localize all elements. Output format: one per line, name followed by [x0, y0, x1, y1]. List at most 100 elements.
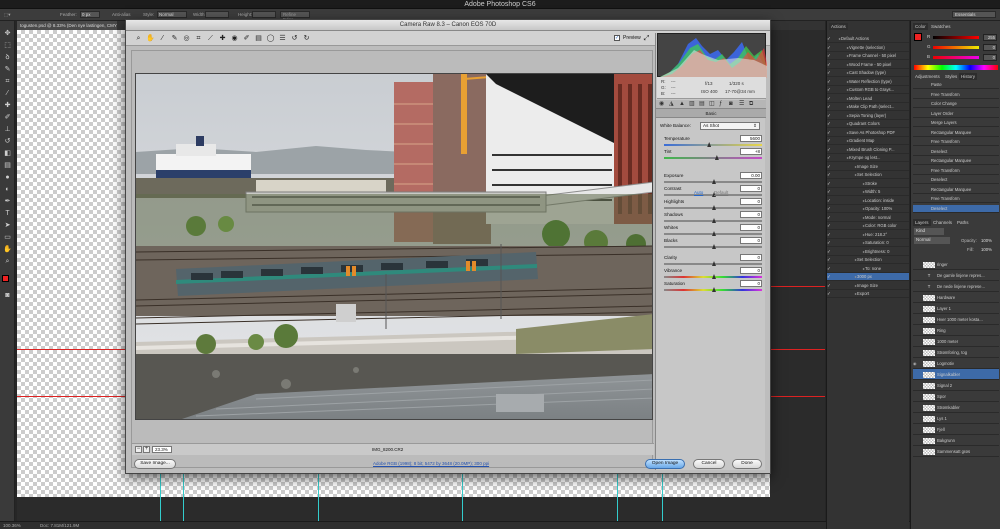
clarity-slider-thumb[interactable]	[712, 261, 716, 266]
expand-triangle-icon[interactable]: ▸	[833, 180, 865, 187]
expand-triangle-icon[interactable]: ▸	[833, 197, 865, 204]
layers-tab[interactable]: Layers	[913, 219, 931, 226]
lens-corrections-icon[interactable]: ◫	[709, 101, 715, 108]
layer-row[interactable]: Spor	[913, 391, 999, 402]
channel-r-slider[interactable]	[933, 36, 979, 39]
brush-tool-icon[interactable]: ✐	[3, 113, 12, 122]
eyedropper-tool-icon[interactable]: ⁄	[3, 89, 12, 98]
workspace-select[interactable]: Essentials	[952, 11, 996, 18]
color-foreground-swatch[interactable]	[914, 33, 922, 41]
expand-triangle-icon[interactable]: ▸	[833, 78, 849, 85]
lasso-tool-icon[interactable]: ꝺ	[3, 53, 12, 62]
expand-triangle-icon[interactable]: ▸	[833, 44, 849, 51]
workflow-options-link[interactable]: Adobe RGB (1998); 8 bit; 5472 by 3648 (2…	[373, 461, 489, 466]
preview-checkbox[interactable]: ✓	[614, 35, 620, 41]
history-item[interactable]: Paste	[913, 81, 999, 89]
save-image-button[interactable]: Save Image...	[134, 459, 176, 469]
layer-row[interactable]: Fjell	[913, 424, 999, 435]
tint-value-input[interactable]: +8	[740, 148, 762, 155]
document-tab[interactable]: togusten.psd @ 8.33% (Den nye lastingen,…	[17, 21, 117, 30]
refine-edge-button[interactable]: Refine Edge...	[280, 11, 310, 22]
blend-mode-select[interactable]: Normal	[914, 237, 950, 244]
healing-tool-icon[interactable]: ✚	[3, 101, 12, 110]
channel-b-input[interactable]: 0	[983, 54, 997, 61]
history-item[interactable]: Free Transform	[913, 91, 999, 99]
action-item[interactable]: ✓ ▸ Molten Lead	[827, 95, 909, 103]
default-link[interactable]: Default	[714, 190, 728, 195]
action-item[interactable]: ✓ ▸ Cast Shadow (type)	[827, 69, 909, 77]
fill-value[interactable]: 100%	[981, 247, 992, 252]
zoom-readout[interactable]: 100.36%	[3, 523, 21, 528]
action-item[interactable]: ✓ ▸ Mode: normal	[827, 214, 909, 222]
opacity-value[interactable]: 100%	[981, 238, 992, 243]
action-item[interactable]: ✓ ▸ Stroke	[827, 180, 909, 188]
effects-icon[interactable]: ƒ	[719, 101, 722, 108]
stamp-tool-icon[interactable]: ⊥	[3, 125, 12, 134]
vibrance-slider-thumb[interactable]	[712, 274, 716, 279]
expand-triangle-icon[interactable]: ▸	[833, 273, 857, 280]
expand-triangle-icon[interactable]: ▸	[833, 146, 849, 153]
expand-triangle-icon[interactable]: ▸	[833, 154, 849, 161]
actions-tab[interactable]: Actions	[829, 23, 848, 30]
temperature-slider-thumb[interactable]	[707, 142, 712, 147]
action-item[interactable]: ✓ ▸ Water Reflection (type)	[827, 78, 909, 86]
action-item[interactable]: ✓ ▸ Image Size	[827, 282, 909, 290]
zoom-in-button[interactable]: +	[143, 446, 150, 453]
quick-mask-icon[interactable]: ◙	[3, 291, 12, 300]
image-preview-area[interactable]: − + 23.3% IMG_8200.CR2	[131, 50, 654, 468]
foreground-color-swatch[interactable]	[2, 275, 9, 282]
expand-triangle-icon[interactable]: ▸	[833, 282, 857, 289]
expand-triangle-icon[interactable]: ▸	[833, 52, 849, 59]
marquee-tool-icon[interactable]: ⬚▾	[4, 12, 11, 18]
action-item[interactable]: ✓ ▸ Location: inside	[827, 197, 909, 205]
expand-triangle-icon[interactable]: ▸	[833, 188, 865, 195]
contrast-value-input[interactable]: 0	[740, 185, 762, 192]
layer-row[interactable]: Lys 1	[913, 413, 999, 424]
layer-row[interactable]: T De nede linjene represe...	[913, 281, 999, 292]
color-sampler-icon[interactable]: ✎	[170, 34, 179, 43]
hand-icon[interactable]: ✋	[146, 34, 155, 43]
expand-triangle-icon[interactable]: ▸	[833, 290, 857, 297]
quick-select-tool-icon[interactable]: ✎	[3, 65, 12, 74]
action-item[interactable]: ✓ ▸ Set Selection	[827, 171, 909, 179]
highlights-slider-thumb[interactable]	[712, 205, 716, 210]
gradient-tool-icon[interactable]: ▤	[3, 161, 12, 170]
exposure-slider[interactable]	[664, 179, 762, 184]
pen-tool-icon[interactable]: ✒	[3, 197, 12, 206]
history-tab[interactable]: History	[959, 73, 978, 80]
tint-slider[interactable]	[664, 155, 762, 160]
expand-triangle-icon[interactable]: ▸	[833, 137, 849, 144]
whites-slider-thumb[interactable]	[712, 231, 716, 236]
saturation-value-input[interactable]: 0	[740, 280, 762, 287]
paths-tab[interactable]: Paths	[955, 219, 971, 226]
temperature-value-input[interactable]: 5600	[740, 135, 762, 142]
action-item[interactable]: ✓ ▸ Mixed Brush Cloning P...	[827, 146, 909, 154]
targeted-adjust-icon[interactable]: ◎	[182, 34, 191, 43]
history-item[interactable]: Free Transform	[913, 195, 999, 203]
action-item[interactable]: ✓ ▸ Color: RGB color	[827, 222, 909, 230]
layer-row[interactable]: Bakgrunn	[913, 435, 999, 446]
layer-row[interactable]: Hver 1000 meter kosta...	[913, 314, 999, 325]
saturation-slider[interactable]	[664, 287, 762, 292]
red-eye-icon[interactable]: ◉	[230, 34, 239, 43]
expand-triangle-icon[interactable]: ▸	[833, 103, 849, 110]
shape-tool-icon[interactable]: ▭	[3, 233, 12, 242]
white-balance-select[interactable]: As Shot ⇕	[700, 122, 760, 130]
action-item[interactable]: ✓ ▸ Default Actions	[827, 35, 909, 43]
action-item[interactable]: ✓ ▸ Saturation: 0	[827, 239, 909, 247]
presets-icon[interactable]: ☰	[739, 101, 744, 108]
spot-removal-icon[interactable]: ✚	[218, 34, 227, 43]
history-item[interactable]: Deselect	[913, 204, 999, 213]
action-item[interactable]: ✓ ▸ 3000 px	[827, 273, 909, 281]
eraser-tool-icon[interactable]: ◧	[3, 149, 12, 158]
layer-row[interactable]: 1000 meter	[913, 336, 999, 347]
swatches-tab[interactable]: Swatches	[929, 23, 953, 30]
expand-triangle-icon[interactable]: ▸	[833, 61, 849, 68]
exposure-slider-thumb[interactable]	[712, 179, 716, 184]
zoom-out-button[interactable]: −	[135, 446, 142, 453]
layer-row[interactable]: ringer	[913, 259, 999, 270]
layer-row[interactable]: Ring	[913, 325, 999, 336]
detail-icon[interactable]: ▲	[679, 101, 685, 108]
done-button[interactable]: Done	[732, 459, 762, 469]
layer-row[interactable]: T De gamle linjene repres...	[913, 270, 999, 281]
